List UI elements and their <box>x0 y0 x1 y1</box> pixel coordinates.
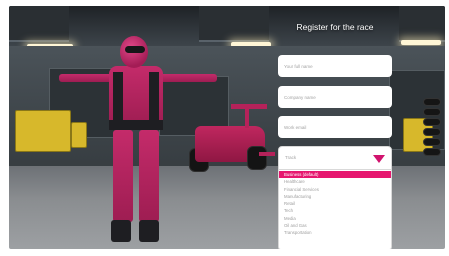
track-options-list: Business (default) Healthcare Financial … <box>278 170 392 249</box>
tire-stack <box>423 108 441 116</box>
track-option-manufacturing[interactable]: Manufacturing <box>279 193 391 200</box>
track-option-business[interactable]: Business (default) <box>279 171 391 179</box>
track-select[interactable]: Track <box>278 146 392 170</box>
chevron-down-icon[interactable] <box>373 155 385 163</box>
tire-stack <box>423 118 441 126</box>
registration-panel: Register for the race Track Business (de… <box>271 14 399 249</box>
track-option-oil-and-gas[interactable]: Oil and Gas <box>279 222 391 229</box>
tire-stack <box>423 98 441 106</box>
track-option-healthcare[interactable]: Healthcare <box>279 178 391 185</box>
tire-stack <box>423 138 441 146</box>
car-wheel <box>247 146 267 170</box>
company-name-input[interactable] <box>278 86 392 108</box>
work-email-input[interactable] <box>278 116 392 138</box>
ceiling-light <box>401 40 441 45</box>
form-title: Register for the race <box>296 22 374 32</box>
race-car-wing <box>231 104 267 109</box>
tool-cart <box>15 110 71 152</box>
track-select-label: Track <box>285 155 297 160</box>
track-option-retail[interactable]: Retail <box>279 200 391 207</box>
track-option-media[interactable]: Media <box>279 215 391 222</box>
game-viewport: Register for the race Track Business (de… <box>9 6 445 249</box>
full-name-input[interactable] <box>278 55 392 77</box>
tire-stack <box>423 128 441 136</box>
track-option-transportation[interactable]: Transportation <box>279 229 391 236</box>
track-option-financial-services[interactable]: Financial Services <box>279 186 391 193</box>
track-option-tech[interactable]: Tech <box>279 207 391 214</box>
tire-stack <box>423 148 441 156</box>
race-car-wing <box>245 104 249 128</box>
tool-cart <box>71 122 87 148</box>
